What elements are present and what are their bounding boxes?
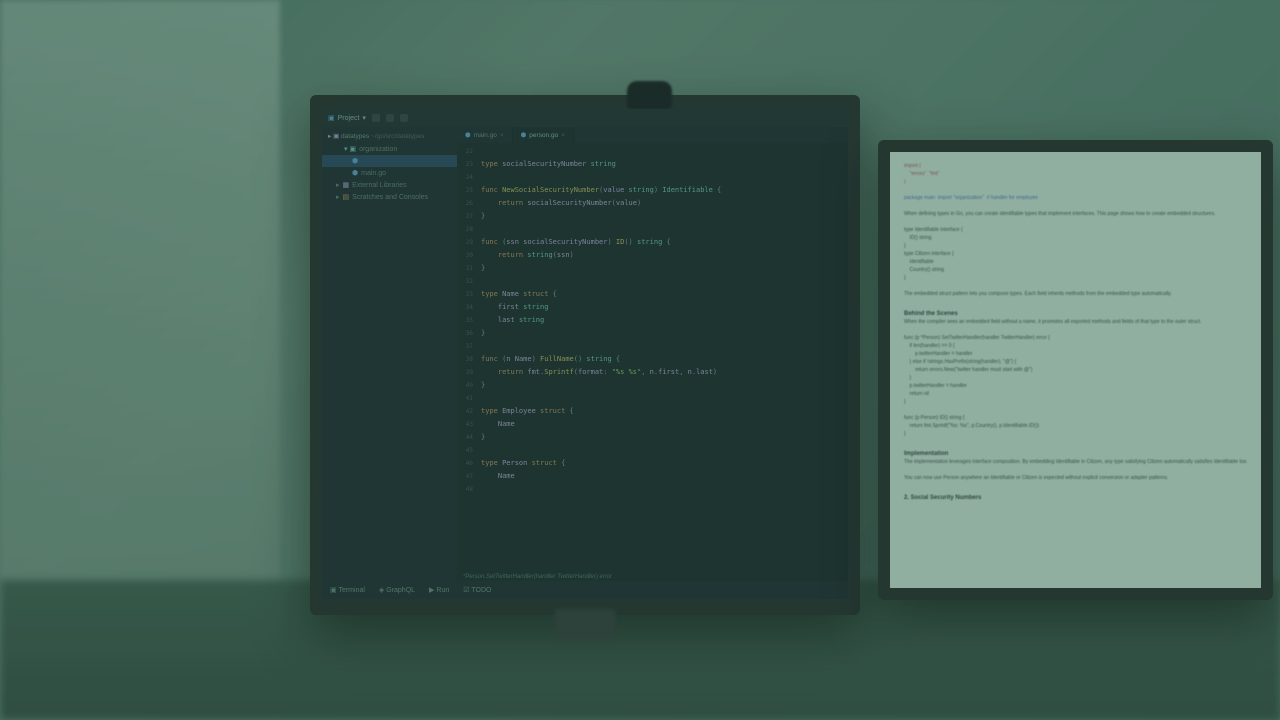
todo-icon: ☑: [463, 587, 469, 594]
code-editor[interactable]: 2223242526272829303132333435363738394041…: [457, 143, 848, 573]
go-file-icon: ⬢: [352, 169, 358, 177]
go-file-icon: ⬢: [521, 131, 527, 139]
toolbar-button-3[interactable]: [400, 114, 408, 122]
monitor-right: import ( "errors" "fmt" ) package main i…: [878, 140, 1273, 600]
tab-main-go[interactable]: ⬢ main.go ×: [457, 127, 513, 143]
tree-item-scratches[interactable]: ▸ ▤ Scratches and Consoles: [322, 191, 457, 203]
project-label: Project: [338, 115, 360, 122]
tree-item-selected[interactable]: ⬢: [322, 155, 457, 167]
terminal-tab[interactable]: ▣ Terminal: [330, 586, 365, 594]
code-area[interactable]: type socialSecurityNumber string func Ne…: [477, 143, 848, 573]
browser-page: import ( "errors" "fmt" ) package main i…: [890, 152, 1261, 588]
tree-item-main-go[interactable]: ⬢ main.go: [322, 167, 457, 179]
close-icon[interactable]: ×: [561, 132, 565, 139]
tree-item-label: External Libraries: [352, 182, 406, 189]
ide-window: ▣ Project ▾ ▸ ▣ datatypes ~/go/src/datat…: [322, 109, 848, 599]
toolbar-button-2[interactable]: [386, 114, 394, 122]
project-dropdown[interactable]: ▣ Project ▾: [328, 114, 366, 122]
webcam: [627, 81, 672, 109]
chevron-right-icon: ▸: [336, 181, 340, 189]
terminal-icon: ▣: [330, 587, 337, 594]
run-icon: ▶: [429, 587, 434, 594]
graphql-tab[interactable]: ◈ GraphQL: [379, 586, 415, 594]
tab-person-go[interactable]: ⬢ person.go ×: [513, 127, 574, 143]
graphql-icon: ◈: [379, 587, 384, 594]
tab-label: main.go: [474, 132, 497, 139]
project-tree: ▸ ▣ datatypes ~/go/src/datatypes ▾ ▣ org…: [322, 127, 457, 581]
tree-item-label: Scratches and Consoles: [352, 194, 428, 201]
folder-icon: ▣: [328, 114, 335, 122]
run-tab[interactable]: ▶ Run: [429, 586, 449, 594]
editor-tabs: ⬢ main.go × ⬢ person.go ×: [457, 127, 848, 143]
tree-item-label: main.go: [361, 170, 386, 177]
tree-item-label: organization: [359, 146, 397, 153]
go-file-icon: ⬢: [352, 157, 358, 165]
tree-item-organization[interactable]: ▾ ▣ organization: [322, 143, 457, 155]
go-file-icon: ⬢: [465, 131, 471, 139]
tree-root-name: datatypes: [341, 133, 369, 140]
chevron-right-icon: ▸: [336, 193, 340, 201]
tree-item-external-libs[interactable]: ▸ ▦ External Libraries: [322, 179, 457, 191]
monitor-main: ▣ Project ▾ ▸ ▣ datatypes ~/go/src/datat…: [310, 95, 860, 615]
editor-panel: ⬢ main.go × ⬢ person.go × 22232425262728…: [457, 127, 848, 581]
ide-body: ▸ ▣ datatypes ~/go/src/datatypes ▾ ▣ org…: [322, 127, 848, 581]
toolbar-button-1[interactable]: [372, 114, 380, 122]
ide-toolbar: ▣ Project ▾: [322, 109, 848, 127]
ide-statusbar: ▣ Terminal ◈ GraphQL ▶ Run ☑ TODO: [322, 581, 848, 599]
close-icon[interactable]: ×: [500, 132, 504, 139]
tree-root-path: ~/go/src/datatypes: [371, 133, 424, 140]
todo-tab[interactable]: ☑ TODO: [463, 586, 491, 594]
scratch-icon: ▤: [343, 193, 350, 201]
library-icon: ▦: [343, 181, 350, 189]
tab-label: person.go: [529, 132, 558, 139]
tree-root[interactable]: ▸ ▣ datatypes ~/go/src/datatypes: [322, 129, 457, 143]
folder-icon: ▾ ▣: [344, 145, 356, 153]
parameter-hint: *Person.SetTwitterHandler(handler Twitte…: [457, 573, 848, 581]
line-gutter: 2223242526272829303132333435363738394041…: [457, 143, 477, 573]
chevron-down-icon: ▾: [362, 114, 366, 122]
folder-icon: ▸ ▣: [328, 133, 339, 140]
